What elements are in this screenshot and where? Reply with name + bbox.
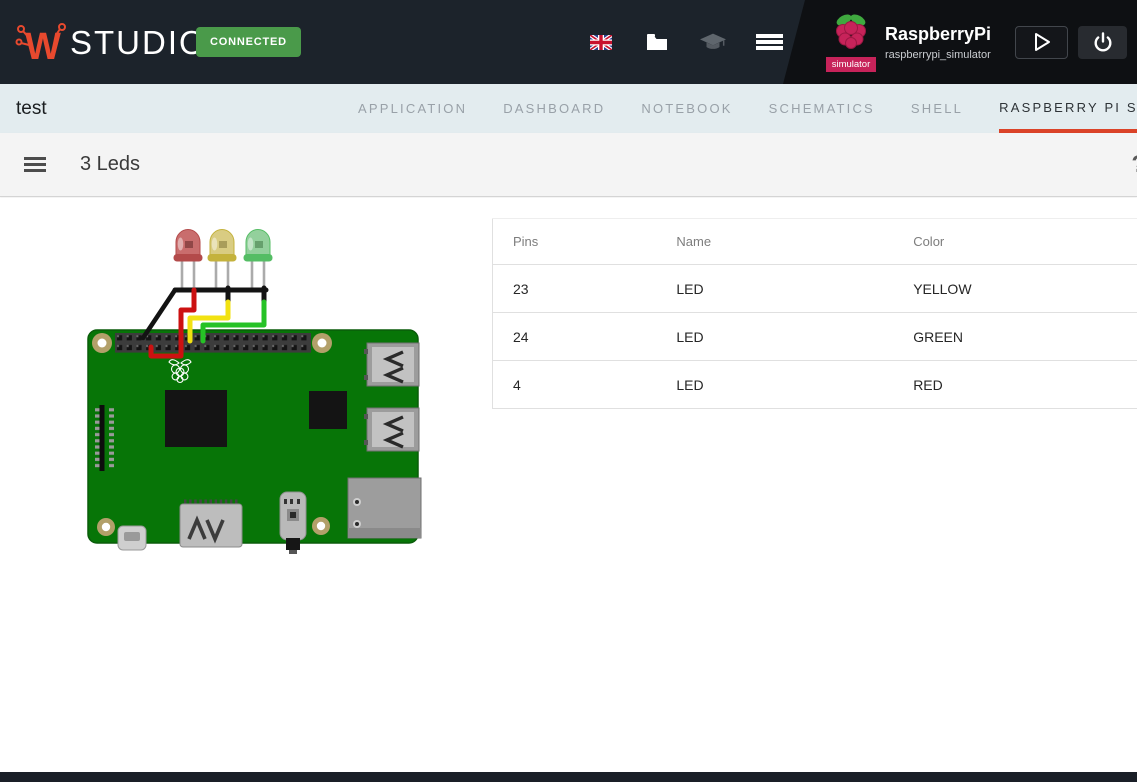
usb-port-top bbox=[364, 343, 419, 386]
audio-jack bbox=[280, 492, 306, 554]
led-red bbox=[174, 230, 203, 262]
brand-w-icon: W bbox=[14, 18, 68, 68]
tab-schematics[interactable]: SCHEMATICS bbox=[751, 84, 893, 133]
raspberry-pi-board-illustration bbox=[85, 211, 425, 556]
run-button[interactable] bbox=[1015, 26, 1068, 59]
widget-toolbar: 3 Leds ? bbox=[0, 133, 1137, 197]
svg-text:W: W bbox=[25, 26, 61, 68]
brand-logo[interactable]: W STUDIO bbox=[14, 18, 207, 68]
tab-notebook[interactable]: NOTEBOOK bbox=[623, 84, 750, 133]
project-name: test bbox=[16, 84, 47, 133]
table-row: 4 LED RED bbox=[493, 361, 1137, 409]
soc-chip bbox=[165, 390, 227, 447]
tab-raspberry-pi-simulator[interactable]: RASPBERRY PI SIMULATOR bbox=[999, 84, 1137, 133]
simulator-content: Pins Name Color 23 LED YELLOW 24 LED GRE… bbox=[0, 198, 1137, 772]
camera-connector bbox=[95, 405, 114, 471]
usb-chip bbox=[309, 391, 347, 429]
raspberry-pi-logo[interactable]: simulator bbox=[825, 13, 877, 72]
simulator-badge: simulator bbox=[826, 57, 877, 72]
tab-dashboard[interactable]: DASHBOARD bbox=[485, 84, 623, 133]
device-id: raspberrypi_simulator bbox=[885, 49, 991, 61]
led-legs bbox=[182, 260, 264, 290]
pcb-board bbox=[88, 330, 421, 554]
app-window: W STUDIO CONNECTED bbox=[0, 0, 1137, 782]
tabs: APPLICATION DASHBOARD NOTEBOOK SCHEMATIC… bbox=[340, 84, 1137, 133]
raspberry-icon bbox=[830, 13, 872, 49]
top-header: W STUDIO CONNECTED bbox=[0, 0, 1137, 84]
help-icon[interactable]: ? bbox=[1131, 151, 1137, 179]
cell-pin: 24 bbox=[493, 313, 657, 361]
led-green bbox=[244, 230, 273, 262]
table-row: 24 LED GREEN bbox=[493, 313, 1137, 361]
usb-port-bottom bbox=[364, 408, 419, 451]
uk-flag-icon[interactable] bbox=[588, 29, 614, 55]
header-icon-group bbox=[588, 0, 782, 84]
device-name: RaspberryPi bbox=[885, 24, 991, 45]
cell-pin: 23 bbox=[493, 265, 657, 313]
tab-shell[interactable]: SHELL bbox=[893, 84, 981, 133]
cell-color: GREEN bbox=[893, 313, 1137, 361]
led-yellow bbox=[208, 230, 237, 262]
power-icon bbox=[1090, 29, 1116, 55]
play-icon bbox=[1026, 29, 1058, 55]
widget-title: 3 Leds bbox=[80, 153, 140, 176]
pin-table-header-row: Pins Name Color bbox=[493, 219, 1137, 265]
widget-menu-icon[interactable] bbox=[24, 153, 46, 175]
connection-status-badge: CONNECTED bbox=[196, 27, 301, 57]
column-color: Color bbox=[893, 219, 1137, 265]
column-pins: Pins bbox=[493, 219, 657, 265]
micro-usb-port bbox=[118, 526, 146, 550]
brand-name: STUDIO bbox=[70, 24, 207, 62]
column-name: Name bbox=[656, 219, 893, 265]
cell-name: LED bbox=[656, 361, 893, 409]
power-button[interactable] bbox=[1078, 26, 1127, 59]
device-panel: simulator RaspberryPi raspberrypi_simula… bbox=[783, 0, 1137, 84]
cell-pin: 4 bbox=[493, 361, 657, 409]
cell-color: RED bbox=[893, 361, 1137, 409]
pin-table: Pins Name Color 23 LED YELLOW 24 LED GRE… bbox=[492, 218, 1137, 409]
project-tab-bar: test APPLICATION DASHBOARD NOTEBOOK SCHE… bbox=[0, 84, 1137, 133]
cell-color: YELLOW bbox=[893, 265, 1137, 313]
device-info: RaspberryPi raspberrypi_simulator bbox=[885, 24, 991, 61]
hdmi-port bbox=[180, 502, 242, 547]
hamburger-menu-icon[interactable] bbox=[756, 29, 782, 55]
graduation-cap-icon[interactable] bbox=[700, 29, 726, 55]
status-bar bbox=[0, 772, 1137, 782]
folder-icon[interactable] bbox=[644, 29, 670, 55]
tab-application[interactable]: APPLICATION bbox=[340, 84, 485, 133]
cell-name: LED bbox=[656, 265, 893, 313]
table-row: 23 LED YELLOW bbox=[493, 265, 1137, 313]
ethernet-port bbox=[348, 478, 421, 538]
cell-name: LED bbox=[656, 313, 893, 361]
